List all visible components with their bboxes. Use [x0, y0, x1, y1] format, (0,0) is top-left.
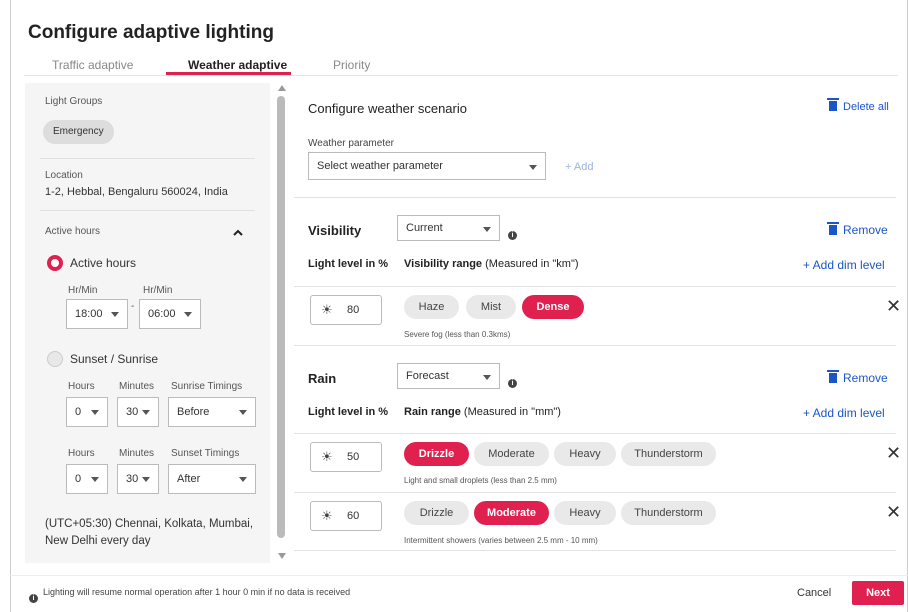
chevron-up-icon[interactable]: [232, 226, 244, 238]
close-icon[interactable]: ✕: [886, 296, 901, 317]
light-group-chip[interactable]: Emergency: [43, 120, 114, 144]
cancel-button[interactable]: Cancel: [797, 587, 831, 599]
visibility-mode-select[interactable]: Current: [397, 215, 500, 241]
light-level-input[interactable]: ☀ 80: [310, 295, 382, 325]
sunrise-hours-label: Hours: [68, 381, 95, 392]
rain-add-dim-level-button[interactable]: + Add dim level: [803, 406, 885, 420]
visibility-light-level-label: Light level in %: [308, 258, 389, 270]
sunrise-timings-label: Sunrise Timings: [171, 381, 243, 392]
rain-option-thunderstorm[interactable]: Thunderstorm: [621, 501, 716, 525]
settings-sidebar: Light Groups Emergency Location 1-2, Heb…: [25, 83, 270, 563]
visibility-option-mist[interactable]: Mist: [466, 295, 516, 319]
sunset-timing-select[interactable]: After: [168, 464, 256, 494]
active-tab-indicator: [166, 72, 291, 75]
visibility-title: Visibility: [308, 223, 362, 238]
info-icon: i: [508, 224, 517, 242]
sunset-hours-select[interactable]: 0: [66, 464, 108, 494]
tabs-divider: [24, 75, 898, 76]
active-hours-header: Active hours: [45, 226, 101, 237]
rain-option-heavy[interactable]: Heavy: [554, 501, 616, 525]
scrollbar-thumb[interactable]: [277, 96, 285, 538]
divider: [294, 286, 896, 287]
visibility-option-haze[interactable]: Haze: [404, 295, 459, 319]
scroll-up-arrow-icon[interactable]: [278, 85, 286, 91]
rain-light-level-label: Light level in %: [308, 406, 389, 418]
sunrise-minutes-label: Minutes: [119, 381, 155, 392]
divider: [294, 550, 896, 551]
visibility-option-dense[interactable]: Dense: [522, 295, 584, 319]
rain-option-moderate[interactable]: Moderate: [474, 442, 549, 466]
tab-weather-adaptive[interactable]: Weather adaptive: [188, 58, 287, 72]
visibility-hint: Severe fog (less than 0.3kms): [404, 330, 511, 339]
rain-option-moderate[interactable]: Moderate: [474, 501, 549, 525]
divider: [40, 158, 255, 159]
weather-param-label: Weather parameter: [308, 138, 394, 149]
sunset-minutes-select[interactable]: 30: [117, 464, 159, 494]
rain-option-thunderstorm[interactable]: Thunderstorm: [621, 442, 716, 466]
footer-notice: Lighting will resume normal operation af…: [43, 587, 351, 597]
brightness-icon: ☀: [321, 508, 333, 523]
info-icon: i: [29, 587, 38, 605]
divider: [294, 197, 896, 198]
next-button[interactable]: Next: [852, 581, 904, 605]
add-weather-button[interactable]: + Add: [565, 161, 593, 173]
active-hours-option-label: Active hours: [70, 256, 137, 270]
location-label: Location: [45, 170, 83, 181]
trash-icon: [827, 98, 839, 111]
start-hrmin-label: Hr/Min: [68, 285, 98, 296]
location-value: 1-2, Hebbal, Bengaluru 560024, India: [45, 186, 228, 198]
close-icon[interactable]: ✕: [886, 443, 901, 464]
rain-mode-select[interactable]: Forecast: [397, 363, 500, 389]
divider: [294, 433, 896, 434]
trash-icon: [827, 370, 839, 383]
trash-icon: [827, 222, 839, 235]
timezone-text: (UTC+05:30) Chennai, Kolkata, Mumbai, Ne…: [45, 518, 254, 547]
tab-priority[interactable]: Priority: [333, 58, 370, 72]
sunset-sunrise-radio[interactable]: [47, 351, 63, 367]
sunrise-hours-select[interactable]: 0: [66, 397, 108, 427]
brightness-icon: ☀: [321, 449, 333, 464]
light-level-input[interactable]: ☀ 50: [310, 442, 382, 472]
rain-range-heading: Rain range (Measured in "mm"): [404, 406, 561, 418]
sunset-hours-label: Hours: [68, 448, 95, 459]
time-range-dash: -: [131, 301, 135, 312]
info-icon: i: [508, 372, 517, 390]
visibility-add-dim-level-button[interactable]: + Add dim level: [803, 258, 885, 272]
weather-param-select[interactable]: Select weather parameter: [308, 152, 546, 180]
visibility-remove-button[interactable]: Remove: [827, 222, 888, 237]
sunset-timings-label: Sunset Timings: [171, 448, 240, 459]
rain-hint: Intermittent showers (varies between 2.5…: [404, 536, 598, 545]
sunset-sunrise-option-label: Sunset / Sunrise: [70, 352, 159, 366]
rain-title: Rain: [308, 371, 337, 386]
end-time-select[interactable]: 06:00: [139, 299, 201, 329]
rain-hint: Light and small droplets (less than 2.5 …: [404, 476, 557, 485]
divider: [294, 492, 896, 493]
rain-remove-button[interactable]: Remove: [827, 370, 888, 385]
rain-option-drizzle[interactable]: Drizzle: [404, 501, 469, 525]
rain-option-drizzle[interactable]: Drizzle: [404, 442, 469, 466]
active-hours-radio[interactable]: [47, 255, 63, 271]
sunset-minutes-label: Minutes: [119, 448, 155, 459]
light-groups-label: Light Groups: [45, 96, 103, 107]
footer-divider: [10, 575, 908, 576]
delete-all-button[interactable]: Delete all: [827, 98, 889, 113]
sunrise-minutes-select[interactable]: 30: [117, 397, 159, 427]
scroll-down-arrow-icon[interactable]: [278, 553, 286, 559]
brightness-icon: ☀: [321, 302, 333, 317]
divider: [40, 210, 255, 211]
end-hrmin-label: Hr/Min: [143, 285, 173, 296]
rain-option-heavy[interactable]: Heavy: [554, 442, 616, 466]
close-icon[interactable]: ✕: [886, 502, 901, 523]
page-title: Configure adaptive lighting: [28, 22, 274, 43]
visibility-range-heading: Visibility range (Measured in "km"): [404, 258, 579, 270]
section-title: Configure weather scenario: [308, 101, 467, 116]
tab-traffic-adaptive[interactable]: Traffic adaptive: [52, 58, 133, 72]
divider: [294, 345, 896, 346]
light-level-input[interactable]: ☀ 60: [310, 501, 382, 531]
sunrise-timing-select[interactable]: Before: [168, 397, 256, 427]
start-time-select[interactable]: 18:00: [66, 299, 128, 329]
